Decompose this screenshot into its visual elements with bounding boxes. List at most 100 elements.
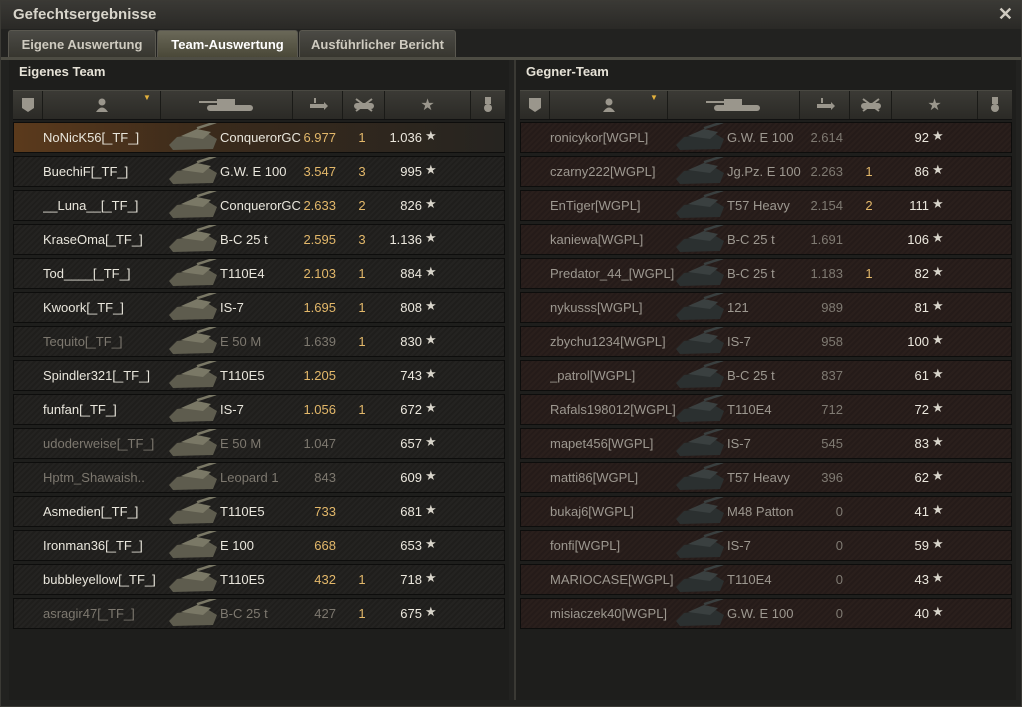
vehicle-icon <box>674 324 726 356</box>
kills-value: 2 <box>865 198 873 213</box>
close-icon[interactable]: ✕ <box>998 4 1013 25</box>
star-icon: ★ <box>425 502 437 517</box>
damage-value: 6.977 <box>303 130 336 145</box>
player-name: BuechiF[_TF_] <box>43 164 129 179</box>
xp-value: 826 <box>400 198 422 213</box>
vehicle-icon <box>674 358 726 390</box>
player-name: __Luna__[_TF_] <box>43 198 139 213</box>
xp-value: 653 <box>400 538 422 553</box>
kills-icon[interactable] <box>850 91 892 119</box>
star-icon: ★ <box>932 230 944 245</box>
table-row[interactable]: fonfi[WGPL] IS-7 0 59 ★ <box>520 528 1012 561</box>
xp-star-icon[interactable]: ★ <box>892 91 978 119</box>
enemy-team-title: Gegner-Team <box>526 64 609 79</box>
tank-icon[interactable] <box>668 91 800 119</box>
xp-value: 62 <box>914 470 929 485</box>
table-row[interactable]: BuechiF[_TF_] G.W. E 100 3.547 3 995 ★ <box>13 154 505 187</box>
player-name: Asmedien[_TF_] <box>43 504 139 519</box>
damage-value: 2.103 <box>303 266 336 281</box>
table-row[interactable]: asragir47[_TF_] B-C 25 t 427 1 675 ★ <box>13 596 505 629</box>
player-name: udoderweise[_TF_] <box>43 436 155 451</box>
vehicle-icon <box>674 154 726 186</box>
xp-value: 884 <box>400 266 422 281</box>
vehicle-icon <box>674 290 726 322</box>
tab-eigene-auswertung[interactable]: Eigene Auswertung <box>8 30 156 57</box>
table-row[interactable]: funfan[_TF_] IS-7 1.056 1 672 ★ <box>13 392 505 425</box>
table-row[interactable]: nykusss[WGPL] 121 989 81 ★ <box>520 290 1012 323</box>
own-team-header: ▼ ★ <box>13 90 505 120</box>
xp-value: 1.036 <box>389 130 422 145</box>
table-row[interactable]: bubbleyellow[_TF_] T110E5 432 1 718 ★ <box>13 562 505 595</box>
xp-value: 83 <box>914 436 929 451</box>
vehicle-icon <box>167 188 219 220</box>
star-icon: ★ <box>932 332 944 347</box>
player-name: Kwoork[_TF_] <box>43 300 124 315</box>
table-row[interactable]: Ironman36[_TF_] E 100 668 653 ★ <box>13 528 505 561</box>
kills-icon[interactable] <box>343 91 385 119</box>
player-name: matti86[WGPL] <box>550 470 639 485</box>
table-row[interactable]: matti86[WGPL] T57 Heavy 396 62 ★ <box>520 460 1012 493</box>
vehicle-icon <box>167 494 219 526</box>
table-row[interactable]: kaniewa[WGPL] B-C 25 t 1.691 106 ★ <box>520 222 1012 255</box>
table-row[interactable]: KraseOma[_TF_] B-C 25 t 2.595 3 1.136 ★ <box>13 222 505 255</box>
player-name: Tequito[_TF_] <box>43 334 123 349</box>
damage-value: 843 <box>314 470 336 485</box>
medal-icon[interactable] <box>978 91 1012 119</box>
player-name: ronicykor[WGPL] <box>550 130 649 145</box>
squad-icon[interactable] <box>13 91 43 119</box>
table-row[interactable]: bukaj6[WGPL] M48 Patton 0 41 ★ <box>520 494 1012 527</box>
damage-icon[interactable] <box>800 91 850 119</box>
star-icon: ★ <box>932 264 944 279</box>
table-row[interactable]: misiaczek40[WGPL] G.W. E 100 0 40 ★ <box>520 596 1012 629</box>
kills-value: 1 <box>358 402 366 417</box>
table-row[interactable]: zbychu1234[WGPL] IS-7 958 100 ★ <box>520 324 1012 357</box>
vehicle-icon <box>674 222 726 254</box>
damage-icon[interactable] <box>293 91 343 119</box>
table-row[interactable]: Predator_44_[WGPL] B-C 25 t 1.183 1 82 ★ <box>520 256 1012 289</box>
table-row[interactable]: MARIOCASE[WGPL] T110E4 0 43 ★ <box>520 562 1012 595</box>
vehicle-icon <box>674 392 726 424</box>
table-row[interactable]: Spindler321[_TF_] T110E5 1.205 743 ★ <box>13 358 505 391</box>
player-name: asragir47[_TF_] <box>43 606 135 621</box>
player-name: KraseOma[_TF_] <box>43 232 143 247</box>
player-name: nykusss[WGPL] <box>550 300 643 315</box>
tank-icon[interactable] <box>161 91 293 119</box>
damage-value: 1.183 <box>810 266 843 281</box>
damage-value: 2.154 <box>810 198 843 213</box>
table-row[interactable]: EnTiger[WGPL] T57 Heavy 2.154 2 111 ★ <box>520 188 1012 221</box>
damage-value: 2.595 <box>303 232 336 247</box>
table-row[interactable]: ronicykor[WGPL] G.W. E 100 2.614 92 ★ <box>520 120 1012 153</box>
table-row[interactable]: czarny222[WGPL] Jg.Pz. E 100 2.263 1 86 ★ <box>520 154 1012 187</box>
xp-value: 82 <box>914 266 929 281</box>
damage-value: 427 <box>314 606 336 621</box>
star-icon: ★ <box>425 230 437 245</box>
player-name: _patrol[WGPL] <box>550 368 636 383</box>
squad-icon[interactable] <box>520 91 550 119</box>
table-row[interactable]: NoNicK56[_TF_] ConquerorGC 6.977 1 1.036 ★ <box>13 120 505 153</box>
medal-icon[interactable] <box>471 91 505 119</box>
player-name: EnTiger[WGPL] <box>550 198 641 213</box>
table-row[interactable]: Hptm_Shawaish.. Leopard 1 843 609 ★ <box>13 460 505 493</box>
xp-value: 43 <box>914 572 929 587</box>
vehicle-icon <box>167 358 219 390</box>
table-row[interactable]: udoderweise[_TF_] E 50 M 1.047 657 ★ <box>13 426 505 459</box>
table-row[interactable]: mapet456[WGPL] IS-7 545 83 ★ <box>520 426 1012 459</box>
damage-value: 2.614 <box>810 130 843 145</box>
damage-value: 1.695 <box>303 300 336 315</box>
table-row[interactable]: Asmedien[_TF_] T110E5 733 681 ★ <box>13 494 505 527</box>
table-row[interactable]: Tod____[_TF_] T110E4 2.103 1 884 ★ <box>13 256 505 289</box>
vehicle-icon <box>167 256 219 288</box>
table-row[interactable]: Rafals198012[WGPL] T110E4 712 72 ★ <box>520 392 1012 425</box>
table-row[interactable]: __Luna__[_TF_] ConquerorGC 2.633 2 826 ★ <box>13 188 505 221</box>
table-row[interactable]: _patrol[WGPL] B-C 25 t 837 61 ★ <box>520 358 1012 391</box>
damage-value: 1.691 <box>810 232 843 247</box>
table-row[interactable]: Kwoork[_TF_] IS-7 1.695 1 808 ★ <box>13 290 505 323</box>
star-icon: ★ <box>425 366 437 381</box>
xp-value: 743 <box>400 368 422 383</box>
tab-ausfuehrlicher-bericht[interactable]: Ausführlicher Bericht <box>299 30 456 57</box>
tab-team-auswertung[interactable]: Team-Auswertung <box>157 30 298 57</box>
xp-star-icon[interactable]: ★ <box>385 91 471 119</box>
kills-value: 3 <box>358 164 366 179</box>
table-row[interactable]: Tequito[_TF_] E 50 M 1.639 1 830 ★ <box>13 324 505 357</box>
star-icon: ★ <box>425 128 437 143</box>
